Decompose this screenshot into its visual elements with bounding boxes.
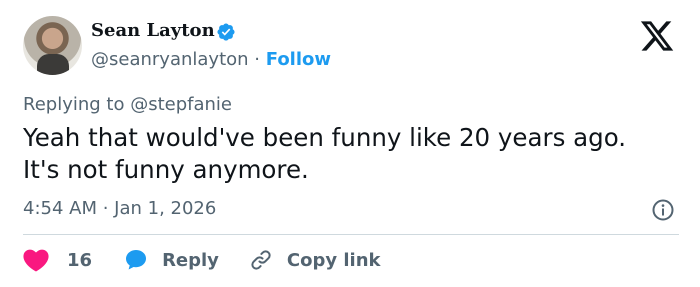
follow-button[interactable]: Follow: [266, 49, 331, 70]
copy-link-button[interactable]: Copy link: [249, 248, 381, 272]
reply-label: Reply: [162, 249, 219, 271]
handle-row: @seanryanlayton · Follow: [91, 49, 331, 70]
link-icon: [251, 250, 271, 270]
copy-link-label: Copy link: [286, 249, 381, 271]
tweet-text: Yeah that would've been funny like 20 ye…: [23, 122, 683, 186]
author-name[interactable]: Sean Layton: [91, 20, 215, 41]
divider: [23, 234, 679, 235]
tweet-line: Yeah that would've been funny like 20 ye…: [23, 123, 627, 152]
avatar[interactable]: [23, 16, 82, 75]
tweet-timestamp[interactable]: 4:54 AM · Jan 1, 2026: [23, 198, 216, 219]
x-logo-icon[interactable]: [637, 18, 677, 54]
info-icon[interactable]: [651, 198, 675, 222]
tweet-line: It's not funny anymore.: [23, 155, 309, 184]
reply-button[interactable]: Reply: [124, 248, 249, 272]
speech-bubble-icon: [126, 250, 147, 270]
like-count: 16: [67, 249, 93, 271]
action-bar: 16 Reply Copy link: [23, 248, 381, 272]
verified-badge-icon: [217, 23, 235, 41]
handle-separator: ·: [254, 49, 261, 70]
heart-icon: [23, 249, 49, 272]
replying-to[interactable]: Replying to @stepfanie: [23, 94, 232, 115]
author-handle[interactable]: @seanryanlayton: [91, 49, 249, 70]
like-button[interactable]: 16: [23, 248, 124, 272]
